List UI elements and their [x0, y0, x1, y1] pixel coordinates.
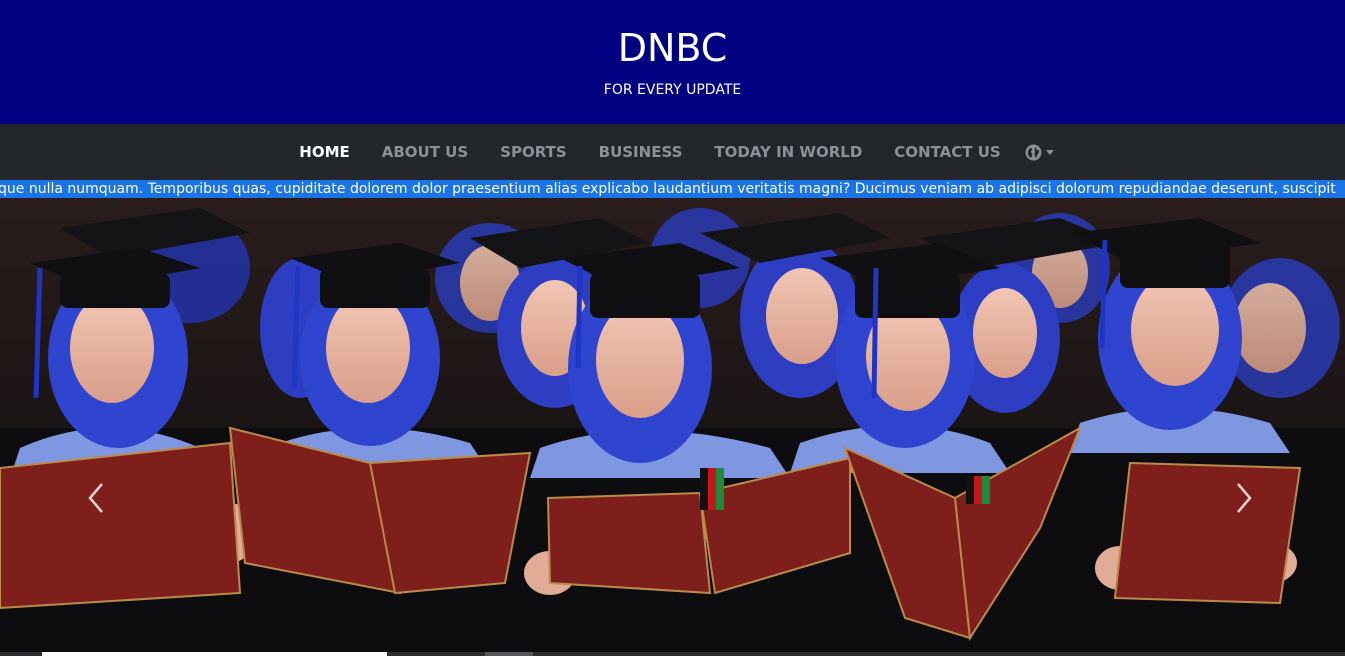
main-navbar: HOME ABOUT US SPORTS BUSINESS TODAY IN W…	[0, 124, 1345, 180]
chevron-left-icon	[88, 483, 103, 513]
section-card-top	[42, 652, 387, 656]
news-ticker: que nulla numquam. Temporibus quas, cupi…	[0, 180, 1345, 198]
chevron-right-icon	[1237, 483, 1252, 513]
globe-icon	[1025, 144, 1042, 161]
chevron-down-icon	[1045, 149, 1054, 155]
ticker-text: que nulla numquam. Temporibus quas, cupi…	[0, 181, 1336, 197]
nav-home[interactable]: HOME	[283, 143, 365, 161]
nav-about-us[interactable]: ABOUT US	[366, 143, 484, 161]
carousel-prev-button[interactable]	[82, 476, 112, 520]
site-header: DNBC FOR EVERY UPDATE	[0, 0, 1345, 124]
carousel-image	[0, 198, 1345, 652]
nav-today-in-world[interactable]: TODAY IN WORLD	[698, 143, 878, 161]
section-card-top-secondary	[485, 652, 533, 656]
nav-business[interactable]: BUSINESS	[583, 143, 699, 161]
section-divider	[0, 652, 1345, 656]
language-dropdown[interactable]	[1017, 144, 1062, 161]
nav-contact-us[interactable]: CONTACT US	[878, 143, 1016, 161]
carousel-next-button[interactable]	[1228, 476, 1258, 520]
site-tagline: FOR EVERY UPDATE	[603, 82, 742, 98]
image-carousel	[0, 198, 1345, 652]
nav-sports[interactable]: SPORTS	[484, 143, 582, 161]
nav-list: HOME ABOUT US SPORTS BUSINESS TODAY IN W…	[0, 124, 1345, 180]
site-title[interactable]: DNBC	[0, 26, 1345, 70]
